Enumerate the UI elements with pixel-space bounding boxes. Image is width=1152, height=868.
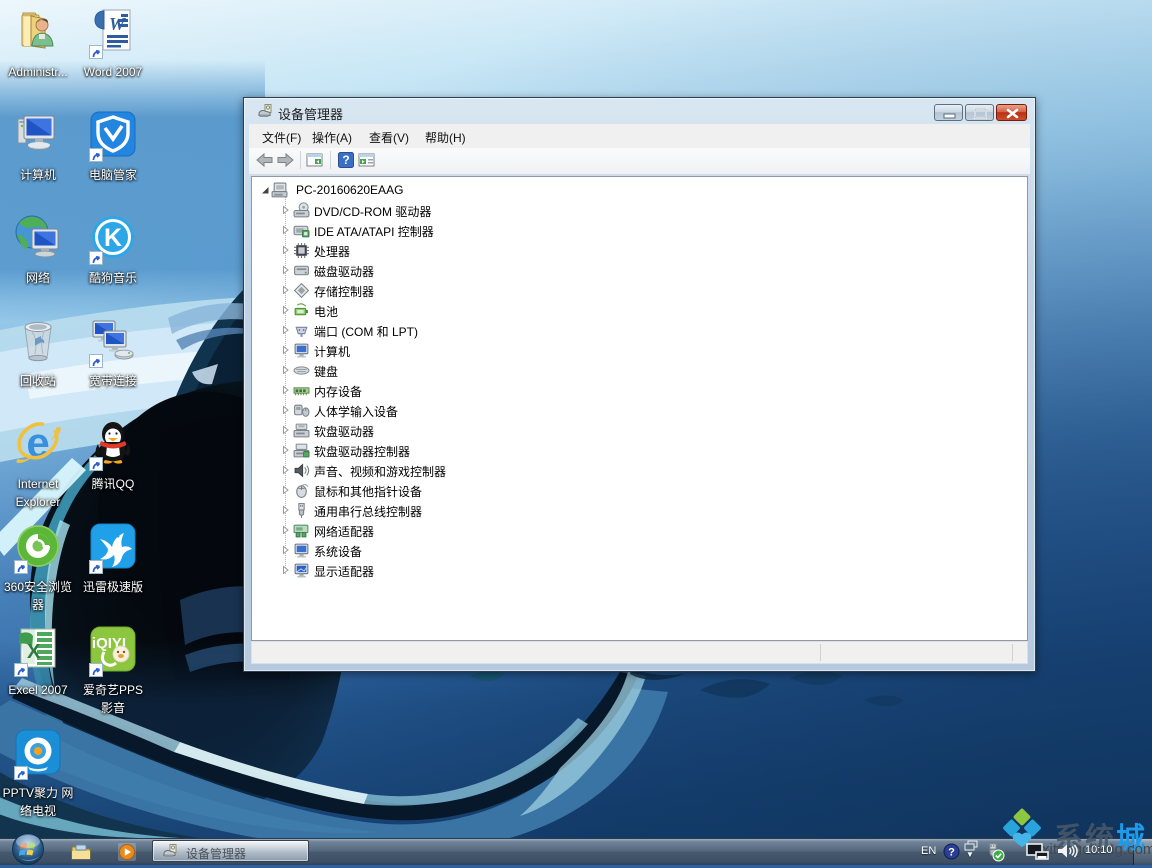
svg-text:?: ?: [948, 847, 955, 859]
svg-text:K: K: [104, 224, 122, 252]
svg-text:?: ?: [342, 153, 349, 167]
svg-text:X: X: [27, 641, 41, 663]
